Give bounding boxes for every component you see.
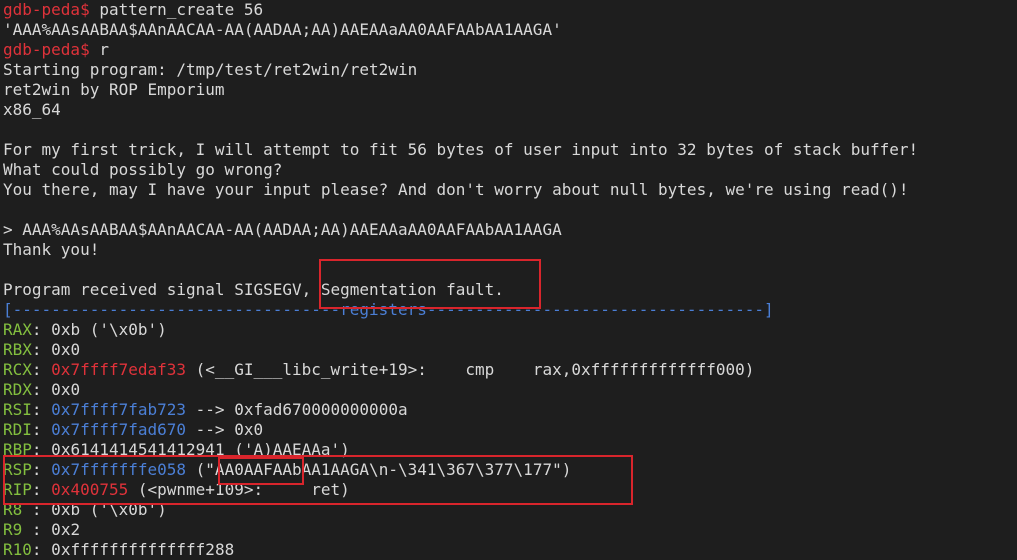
register-value: 0xb ('\x0b') (41, 320, 167, 339)
register-rax: RAX: 0xb ('\x0b') (3, 320, 167, 339)
register-value: 0x0 (41, 340, 81, 359)
register-rdx: RDX: 0x0 (3, 380, 81, 399)
output-line: What could possibly go wrong? (3, 160, 283, 179)
command-text: r (99, 40, 109, 59)
register-rsi: RSI: 0x7ffff7fab723 --> 0xfad67000000000… (3, 400, 408, 419)
register-name: RAX (3, 320, 32, 339)
rsp-rip-highlight-box (3, 455, 633, 505)
prompt: gdb-peda$ (3, 40, 90, 59)
register-name: RSI (3, 400, 32, 419)
offset-pattern-highlight-box (218, 457, 304, 485)
output-line: ret2win by ROP Emporium (3, 80, 225, 99)
command-text: pattern_create 56 (99, 0, 264, 19)
register-name: RDI (3, 420, 32, 439)
register-value: --> 0xfad670000000000a (186, 400, 408, 419)
register-name: RBX (3, 340, 32, 359)
output-line: Starting program: /tmp/test/ret2win/ret2… (3, 60, 418, 79)
register-value: 0x0 (41, 380, 81, 399)
register-address: 0x7ffff7fad670 (51, 420, 187, 439)
register-value: 0xffffffffffffff288 (41, 540, 235, 559)
output-line: Thank you! (3, 240, 100, 259)
register-rdi: RDI: 0x7ffff7fad670 --> 0x0 (3, 420, 264, 439)
register-rcx: RCX: 0x7ffff7edaf33 (<__GI___libc_write+… (3, 360, 755, 379)
prompt-line: gdb-peda$ r (3, 40, 918, 60)
register-value: 0x2 (41, 520, 81, 539)
output-line: x86_64 (3, 100, 61, 119)
register-name: R9 (3, 520, 32, 539)
input-echo: > AAA%AAsAABAA$AAnAACAA-AA(AADAA;AA)AAEA… (3, 220, 562, 239)
pattern-output: 'AAA%AAsAABAA$AAnAACAA-AA(AADAA;AA)AAEAA… (3, 20, 562, 39)
register-rbx: RBX: 0x0 (3, 340, 81, 359)
register-r9: R9 : 0x2 (3, 520, 81, 539)
prompt-line: gdb-peda$ pattern_create 56 (3, 0, 918, 20)
register-value: --> 0x0 (186, 420, 264, 439)
register-value: (<__GI___libc_write+19>: cmp rax,0xfffff… (186, 360, 755, 379)
register-r10: R10: 0xffffffffffffff288 (3, 540, 235, 559)
output-line: For my first trick, I will attempt to fi… (3, 140, 919, 159)
register-address: 0x7ffff7edaf33 (51, 360, 187, 379)
output-line: You there, may I have your input please?… (3, 180, 909, 199)
register-name: RCX (3, 360, 32, 379)
prompt: gdb-peda$ (3, 0, 90, 19)
register-name: RDX (3, 380, 32, 399)
segfault-highlight-box (319, 259, 541, 309)
signal-prefix: Program received signal SIGSEGV, (3, 280, 321, 299)
register-name: R10 (3, 540, 32, 559)
register-address: 0x7ffff7fab723 (51, 400, 187, 419)
